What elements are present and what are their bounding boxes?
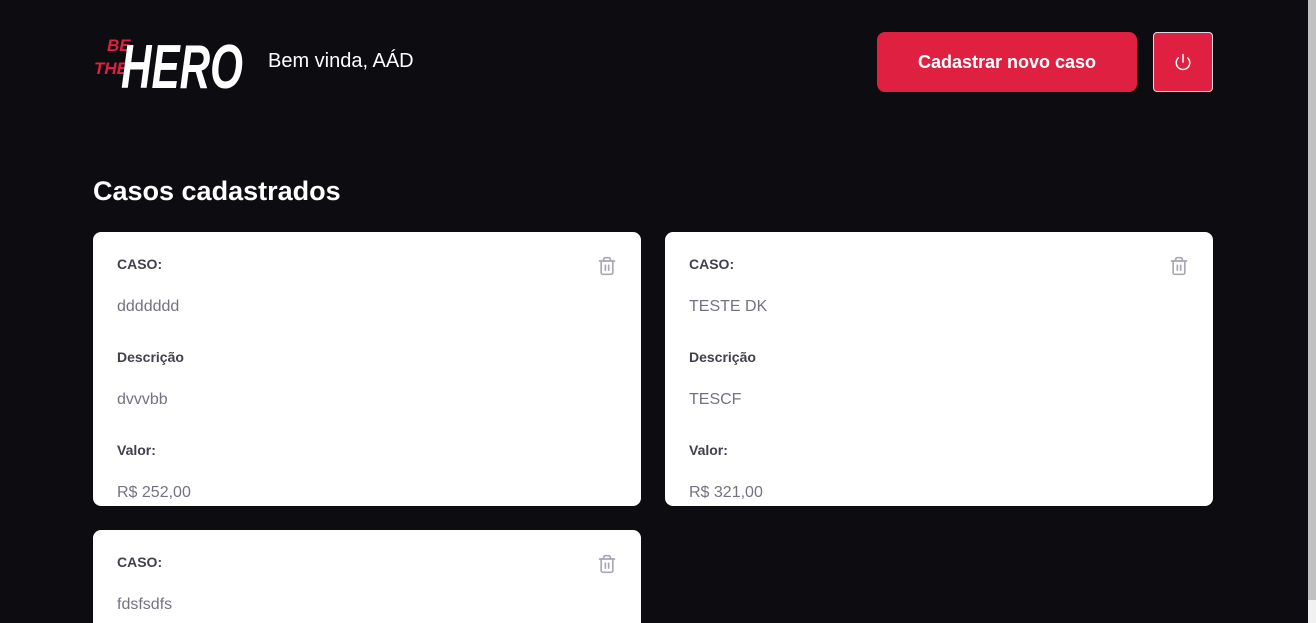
trash-icon — [1170, 256, 1188, 276]
page-title: Casos cadastrados — [93, 176, 341, 206]
case-card: CASO: TESTE DK Descrição TESCF Valor: R$… — [665, 232, 1213, 506]
page: BE THE HERO Bem vinda, AÁD Cadastrar nov… — [0, 0, 1316, 623]
case-title: ddddddd — [117, 298, 180, 315]
power-icon — [1175, 53, 1191, 71]
delete-case-button[interactable] — [597, 554, 617, 576]
welcome-text: Bem vinda, AÁD — [268, 50, 414, 72]
case-value: R$ 321,00 — [689, 484, 763, 501]
trash-icon — [598, 256, 616, 276]
description-label: Descrição — [689, 349, 756, 365]
svg-text:HERO: HERO — [121, 33, 243, 96]
case-description: TESCF — [689, 391, 742, 408]
scrollbar-thumb[interactable] — [1308, 0, 1316, 600]
value-label: Valor: — [117, 442, 156, 458]
scrollbar-track[interactable] — [1308, 0, 1316, 623]
delete-case-button[interactable] — [597, 256, 617, 278]
case-card: CASO: fdsfsdfs — [93, 530, 641, 623]
new-case-button[interactable]: Cadastrar novo caso — [877, 32, 1137, 92]
header: BE THE HERO Bem vinda, AÁD Cadastrar nov… — [93, 32, 1213, 96]
case-label: CASO: — [689, 256, 735, 272]
case-title: TESTE DK — [689, 298, 768, 315]
be-the-hero-logo: BE THE HERO — [94, 33, 243, 96]
delete-case-button[interactable] — [1169, 256, 1189, 278]
case-label: CASO: — [117, 554, 163, 570]
value-label: Valor: — [689, 442, 728, 458]
description-label: Descrição — [117, 349, 184, 365]
case-label: CASO: — [117, 256, 163, 272]
case-description: dvvvbb — [117, 391, 168, 408]
logout-button[interactable] — [1153, 32, 1213, 92]
trash-icon — [598, 554, 616, 574]
case-title: fdsfsdfs — [117, 596, 173, 613]
case-card: CASO: ddddddd Descrição dvvvbb Valor: R$… — [93, 232, 641, 506]
case-value: R$ 252,00 — [117, 484, 191, 501]
